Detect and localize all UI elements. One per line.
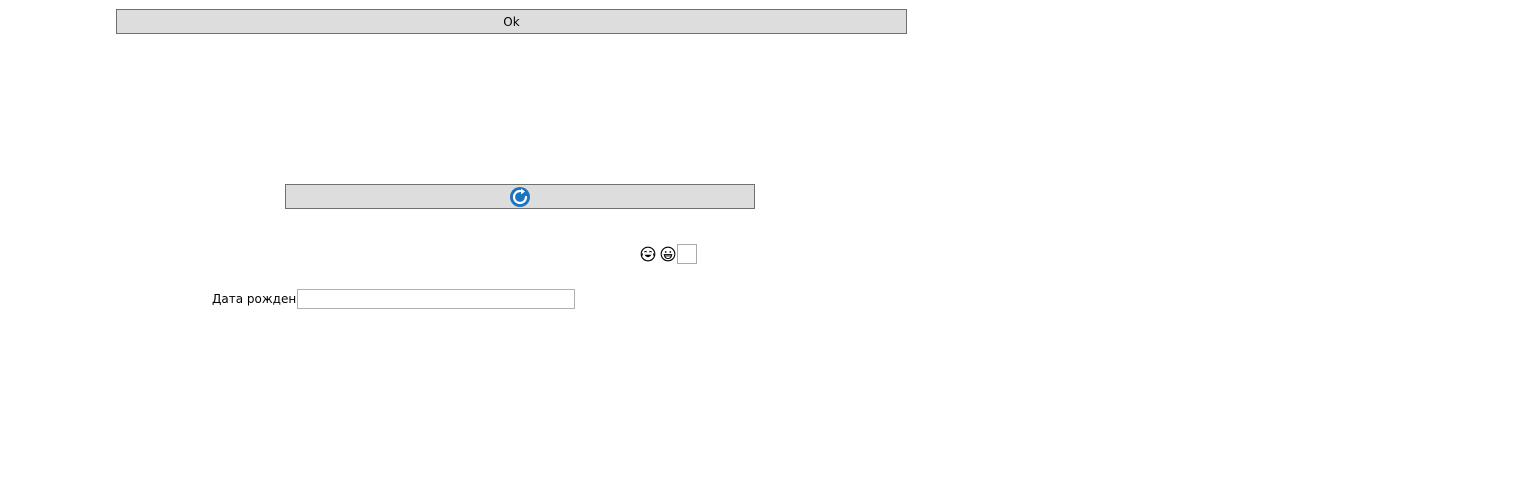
- birth-date-field[interactable]: [297, 289, 575, 309]
- grinning-face-icon[interactable]: [660, 246, 676, 262]
- small-input-box[interactable]: [677, 244, 697, 264]
- ok-button[interactable]: Ok: [116, 9, 907, 34]
- emoji-row: [640, 244, 697, 264]
- refresh-icon: [510, 186, 530, 207]
- window-content: Ok Дата рождения: [0, 0, 1539, 498]
- refresh-button[interactable]: [285, 184, 755, 209]
- ok-button-label: Ok: [503, 14, 520, 29]
- crying-laughing-face-icon[interactable]: [640, 246, 656, 262]
